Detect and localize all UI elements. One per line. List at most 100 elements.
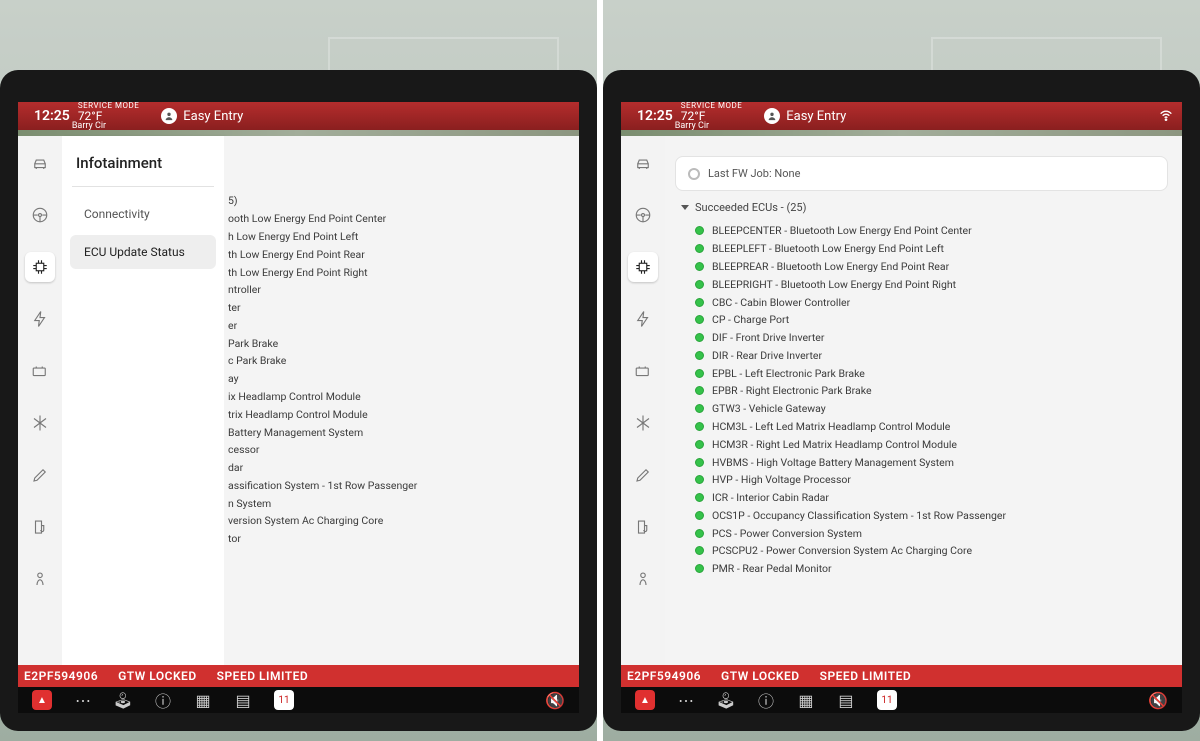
grid-icon[interactable]: ▦	[194, 691, 212, 709]
calendar-icon[interactable]: 11	[877, 690, 897, 710]
stack-icon[interactable]: ▤	[837, 691, 855, 709]
profile-select[interactable]: Easy Entry	[764, 108, 846, 124]
ecu-row[interactable]: PCS - Power Conversion System	[675, 524, 1168, 542]
profile-name: Easy Entry	[183, 109, 243, 124]
mute-icon[interactable]: 🔇	[545, 691, 565, 710]
status-dot-icon	[695, 298, 704, 307]
status-dot-icon	[695, 386, 704, 395]
profile-select[interactable]: Easy Entry	[161, 108, 243, 124]
ecu-row[interactable]: HCM3L - Left Led Matrix Headlamp Control…	[675, 418, 1168, 436]
ecu-row-partial: dar	[224, 459, 565, 477]
ecu-label: PCS - Power Conversion System	[712, 527, 862, 540]
status-dot-icon	[695, 511, 704, 520]
status-dot-icon	[695, 226, 704, 235]
ecu-row-partial: trix Headlamp Control Module	[224, 405, 565, 423]
ecu-label: PMR - Rear Pedal Monitor	[712, 562, 832, 575]
status-dot-icon	[695, 493, 704, 502]
more-icon[interactable]: ⋯	[677, 691, 695, 709]
submenu-ecu-update[interactable]: ECU Update Status	[70, 235, 216, 269]
battery-icon[interactable]	[628, 356, 658, 386]
airbag-icon[interactable]	[628, 564, 658, 594]
ecu-row[interactable]: ICR - Interior Cabin Radar	[675, 489, 1168, 507]
snowflake-icon[interactable]	[628, 408, 658, 438]
fuel-icon[interactable]	[628, 512, 658, 542]
status-dot-icon	[695, 351, 704, 360]
info-icon[interactable]: ⓘ	[154, 691, 172, 709]
ecu-row-partial: ter	[224, 299, 565, 317]
stack-icon[interactable]: ▤	[234, 691, 252, 709]
tablet-frame: 12:25 SERVICE MODE 72°F Barry Cir Easy E…	[603, 70, 1200, 731]
status-dot-icon	[695, 369, 704, 378]
battery-icon[interactable]	[25, 356, 55, 386]
ecu-row-partial: c Park Brake	[224, 352, 565, 370]
status-dot-icon	[695, 404, 704, 413]
chip-icon[interactable]	[25, 252, 55, 282]
joystick-icon[interactable]: 🕹	[717, 691, 735, 709]
location-label: Barry Cir	[72, 122, 139, 131]
fuel-icon[interactable]	[25, 512, 55, 542]
ecu-row-partial: ooth Low Energy End Point Center	[224, 210, 565, 228]
ecu-row[interactable]: BLEEPCENTER - Bluetooth Low Energy End P…	[675, 222, 1168, 240]
more-icon[interactable]: ⋯	[74, 691, 92, 709]
info-icon[interactable]: ⓘ	[757, 691, 775, 709]
ecu-row[interactable]: BLEEPREAR - Bluetooth Low Energy End Poi…	[675, 258, 1168, 276]
lightning-icon[interactable]	[628, 304, 658, 334]
steering-icon[interactable]	[628, 200, 658, 230]
status-dot-icon	[695, 529, 704, 538]
ecu-label: EPBR - Right Electronic Park Brake	[712, 384, 872, 397]
tablet-frame: 12:25 SERVICE MODE 72°F Barry Cir Easy E…	[0, 70, 597, 731]
status-dot-icon	[695, 458, 704, 467]
pencil-icon[interactable]	[25, 460, 55, 490]
ecu-row[interactable]: DIF - Front Drive Inverter	[675, 329, 1168, 347]
app-icon-1[interactable]: ▲	[635, 690, 655, 710]
mute-icon[interactable]: 🔇	[1148, 691, 1168, 710]
ecu-label: BLEEPREAR - Bluetooth Low Energy End Poi…	[712, 260, 949, 273]
group-count-partial: 5)	[224, 192, 565, 210]
submenu-connectivity[interactable]: Connectivity	[70, 197, 216, 231]
vin-partial: E2PF594906	[24, 669, 98, 683]
ecu-row[interactable]: PMR - Rear Pedal Monitor	[675, 560, 1168, 578]
ecu-label: HVP - High Voltage Processor	[712, 473, 851, 486]
ecu-row[interactable]: HVBMS - High Voltage Battery Management …	[675, 453, 1168, 471]
ecu-row[interactable]: EPBR - Right Electronic Park Brake	[675, 382, 1168, 400]
ecu-row[interactable]: PCSCPU2 - Power Conversion System Ac Cha…	[675, 542, 1168, 560]
ecu-label: BLEEPCENTER - Bluetooth Low Energy End P…	[712, 224, 972, 237]
ecu-row-partial: n System	[224, 494, 565, 512]
status-bar: 12:25 SERVICE MODE 72°F Barry Cir Easy E…	[18, 102, 579, 130]
steering-icon[interactable]	[25, 200, 55, 230]
lightning-icon[interactable]	[25, 304, 55, 334]
ecu-label: HCM3R - Right Led Matrix Headlamp Contro…	[712, 438, 957, 451]
status-dot-icon	[695, 244, 704, 253]
ecu-row[interactable]: GTW3 - Vehicle Gateway	[675, 400, 1168, 418]
ecu-row[interactable]: CBC - Cabin Blower Controller	[675, 293, 1168, 311]
ecu-row[interactable]: CP - Charge Port	[675, 311, 1168, 329]
snowflake-icon[interactable]	[25, 408, 55, 438]
location-label: Barry Cir	[675, 122, 742, 131]
pencil-icon[interactable]	[628, 460, 658, 490]
calendar-icon[interactable]: 11	[274, 690, 294, 710]
succeeded-ecus-header[interactable]: Succeeded ECUs - (25)	[681, 201, 1168, 214]
ecu-row[interactable]: EPBL - Left Electronic Park Brake	[675, 364, 1168, 382]
airbag-icon[interactable]	[25, 564, 55, 594]
ecu-row[interactable]: BLEEPLEFT - Bluetooth Low Energy End Poi…	[675, 240, 1168, 258]
car-icon[interactable]	[628, 148, 658, 178]
chip-icon[interactable]	[628, 252, 658, 282]
ecu-label: HCM3L - Left Led Matrix Headlamp Control…	[712, 420, 950, 433]
car-icon[interactable]	[25, 148, 55, 178]
ecu-row[interactable]: DIR - Rear Drive Inverter	[675, 346, 1168, 364]
bottom-dock: ▲ ⋯ 🕹 ⓘ ▦ ▤ 11 🔇	[18, 687, 579, 713]
sidebar-icons	[621, 136, 665, 704]
ecu-row-partial: Park Brake	[224, 334, 565, 352]
grid-icon[interactable]: ▦	[797, 691, 815, 709]
ecu-row-partial: version System Ac Charging Core	[224, 512, 565, 530]
ecu-row[interactable]: BLEEPRIGHT - Bluetooth Low Energy End Po…	[675, 275, 1168, 293]
ecu-row-partial: th Low Energy End Point Rear	[224, 245, 565, 263]
content-right[interactable]: Last FW Job: None Succeeded ECUs - (25) …	[665, 136, 1182, 704]
ecu-row[interactable]: HCM3R - Right Led Matrix Headlamp Contro…	[675, 435, 1168, 453]
ecu-row[interactable]: HVP - High Voltage Processor	[675, 471, 1168, 489]
joystick-icon[interactable]: 🕹	[114, 691, 132, 709]
ecu-row-partial: tor	[224, 530, 565, 548]
ecu-row[interactable]: OCS1P - Occupancy Classification System …	[675, 507, 1168, 525]
ecu-row-partial: ix Headlamp Control Module	[224, 388, 565, 406]
app-icon-1[interactable]: ▲	[32, 690, 52, 710]
